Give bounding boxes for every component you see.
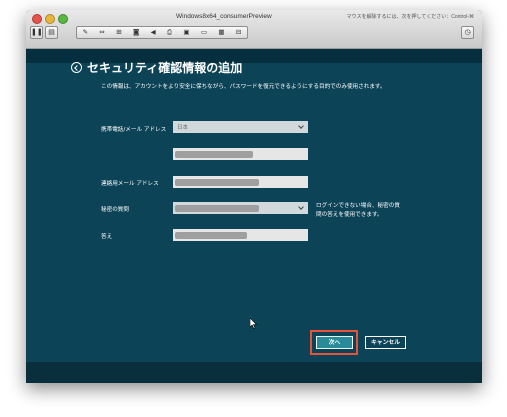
- alt-email-input[interactable]: [173, 176, 308, 188]
- sidebar-icon[interactable]: ▤: [45, 26, 58, 39]
- phone-number-input[interactable]: [173, 148, 308, 160]
- redacted-value: [175, 205, 259, 212]
- redacted-value: [175, 232, 247, 239]
- usb-icon[interactable]: ⇔: [99, 27, 104, 38]
- pause-icon[interactable]: ❚❚: [30, 26, 43, 39]
- redacted-value: [175, 151, 253, 158]
- screen-icon[interactable]: ▦: [218, 27, 224, 38]
- disk-icon[interactable]: ▣: [183, 27, 189, 38]
- release-mouse-message: マウスを解除するには、次を押してください：Control-⌘: [346, 14, 475, 20]
- phone-label: 携帯電話/メール アドレス: [101, 127, 167, 133]
- next-button[interactable]: 次へ: [316, 336, 353, 349]
- window-title: Windows8x64_consumerPreview: [176, 13, 272, 20]
- cancel-button[interactable]: キャンセル: [365, 336, 406, 349]
- mouse-cursor-icon: [250, 318, 258, 329]
- country-value: 日本: [177, 125, 189, 131]
- fullscreen-icon[interactable]: ⊟: [236, 27, 241, 38]
- snapshot-icon[interactable]: ◷: [461, 26, 474, 39]
- toolbar: ❚❚ ▤ ✎ ⇔ ⊞ ◙ ◀ ⎙ ▣ ▭ ▦ ⊟ ◷: [26, 26, 482, 44]
- back-arrow-icon[interactable]: [71, 62, 82, 73]
- secret-question-select[interactable]: [173, 202, 308, 214]
- device-toolbar: ✎ ⇔ ⊞ ◙ ◀ ⎙ ▣ ▭ ▦ ⊟: [76, 26, 248, 39]
- wrench-icon[interactable]: ✎: [83, 27, 88, 38]
- folder-icon[interactable]: ▭: [201, 27, 207, 38]
- country-select[interactable]: 日本: [173, 121, 308, 133]
- sound-icon[interactable]: ◀: [151, 27, 156, 38]
- zoom-window-button[interactable]: [58, 14, 68, 24]
- title-bar: Windows8x64_consumerPreview マウスを解除するには、次…: [26, 10, 482, 49]
- bottom-stripe: [26, 362, 482, 383]
- printer-icon[interactable]: ⎙: [167, 27, 172, 38]
- page-title: セキュリティ確認情報の追加: [87, 61, 243, 75]
- network-icon[interactable]: ⊞: [116, 27, 121, 38]
- page-description: この情報は、アカウントをより安全に保ちながら、パスワードを復元できるようにする目…: [101, 84, 386, 90]
- question-label: 秘密の質問: [101, 207, 129, 213]
- answer-input[interactable]: [173, 229, 308, 241]
- page-header: セキュリティ確認情報の追加: [71, 59, 242, 76]
- minimize-window-button[interactable]: [45, 14, 55, 24]
- answer-label: 答え: [101, 234, 113, 240]
- camera-icon[interactable]: ◙: [133, 27, 139, 38]
- chevron-down-icon: [298, 122, 304, 129]
- alt-email-label: 連絡用メール アドレス: [101, 181, 159, 187]
- chevron-down-icon: [298, 203, 304, 210]
- secret-question-hint: ログインできない場合、秘密の質問の答えを使用できます。: [316, 203, 400, 218]
- close-window-button[interactable]: [32, 14, 42, 24]
- redacted-value: [175, 179, 259, 186]
